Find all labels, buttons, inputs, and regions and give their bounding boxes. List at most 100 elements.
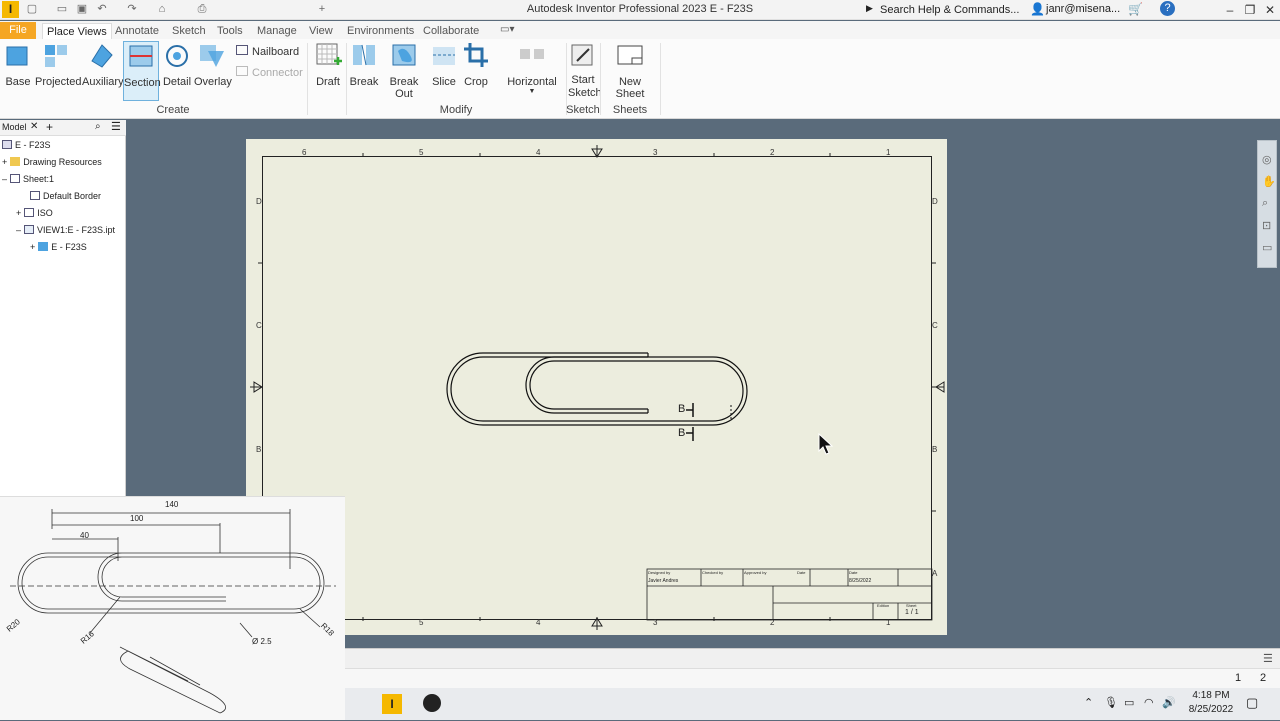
zoom-all-icon[interactable]: ⊡ bbox=[1262, 219, 1271, 232]
undo-icon[interactable]: ↶ bbox=[96, 3, 108, 15]
new-sheet-button[interactable]: New Sheet bbox=[604, 41, 656, 100]
new-file-icon[interactable]: ▢ bbox=[26, 3, 38, 15]
expand-icon[interactable]: + bbox=[2, 157, 7, 167]
collapse-icon[interactable]: – bbox=[2, 174, 7, 184]
tree-item-sheet[interactable]: – Sheet:1 bbox=[2, 174, 54, 184]
break-button[interactable]: Break bbox=[349, 41, 379, 88]
collapse-icon[interactable]: – bbox=[16, 225, 21, 235]
user-name[interactable]: janr@misena... bbox=[1046, 3, 1120, 15]
title-field: Date bbox=[849, 570, 858, 575]
search-input[interactable]: Search Help & Commands... bbox=[872, 2, 1022, 18]
cursor-icon bbox=[818, 433, 834, 455]
panel-toggle-icon[interactable]: ▭▾ bbox=[500, 24, 514, 35]
open-icon[interactable]: ▭ bbox=[56, 3, 68, 15]
add-tab-icon[interactable]: + bbox=[46, 120, 53, 134]
tree-item-drawing-resources[interactable]: + Drawing Resources bbox=[2, 157, 102, 167]
projected-view-icon bbox=[45, 45, 67, 67]
minimize-icon[interactable]: – bbox=[1220, 2, 1240, 18]
home-icon[interactable]: ⌂ bbox=[156, 3, 168, 15]
page-number[interactable]: 1 bbox=[1235, 672, 1241, 684]
break-out-button[interactable]: Break Out bbox=[381, 41, 427, 100]
section-label-b[interactable]: B bbox=[678, 427, 685, 439]
print-icon[interactable]: ⎙ bbox=[196, 3, 208, 15]
tab-sketch[interactable]: Sketch bbox=[168, 23, 210, 39]
crop-button[interactable]: Crop bbox=[462, 41, 490, 88]
save-icon[interactable]: ▣ bbox=[76, 3, 88, 15]
section-view-button[interactable]: Section bbox=[123, 41, 161, 101]
title-block-icon bbox=[24, 208, 35, 217]
page-number[interactable]: 2 bbox=[1260, 672, 1266, 684]
start-sketch-button[interactable]: Start Sketch bbox=[568, 41, 602, 100]
tree-item-label: ISO bbox=[37, 208, 53, 218]
pan-icon[interactable]: ✋ bbox=[1262, 175, 1276, 188]
tab-place-views[interactable]: Place Views bbox=[42, 23, 112, 39]
folder-icon bbox=[10, 157, 21, 166]
chevron-down-icon: ▼ bbox=[528, 88, 536, 95]
user-icon[interactable]: 👤 bbox=[1030, 2, 1045, 16]
help-icon[interactable]: ? bbox=[1160, 1, 1175, 16]
volume-icon[interactable]: 🔊 bbox=[1162, 696, 1176, 709]
paperclip-drawing bbox=[250, 145, 945, 630]
horizontal-button[interactable]: Horizontal ▼ bbox=[506, 41, 558, 95]
steering-wheel-icon[interactable]: ◎ bbox=[1262, 153, 1272, 166]
tab-collaborate[interactable]: Collaborate bbox=[419, 23, 483, 39]
plus-icon[interactable]: + bbox=[316, 3, 328, 15]
tree-item-default-border[interactable]: Default Border bbox=[30, 191, 101, 201]
expand-icon[interactable]: + bbox=[30, 242, 35, 252]
menu-icon[interactable]: ☰ bbox=[111, 120, 121, 133]
redo-icon[interactable]: ↷ bbox=[126, 3, 138, 15]
base-view-button[interactable]: Base bbox=[4, 41, 32, 88]
title-field: Date bbox=[797, 570, 806, 575]
overlay-view-button[interactable]: Overlay bbox=[194, 41, 232, 88]
close-icon[interactable]: ✕ bbox=[1260, 2, 1280, 18]
microphone-icon[interactable]: 🎙 bbox=[1104, 696, 1118, 709]
tab-file[interactable]: File bbox=[0, 22, 36, 39]
tab-environments[interactable]: Environments bbox=[343, 23, 418, 39]
title-bar: I ▢ ▭ ▣ ↶ ↷ ⌂ ⎙ + Autodesk Inventor Prof… bbox=[0, 0, 1280, 20]
cart-icon[interactable]: 🛒 bbox=[1128, 2, 1143, 16]
projected-view-button[interactable]: Projected bbox=[35, 41, 81, 88]
tab-model[interactable]: Model bbox=[2, 122, 27, 132]
inventor-taskbar-icon[interactable]: I bbox=[382, 694, 402, 714]
tree-item-part[interactable]: + E - F23S bbox=[30, 242, 87, 252]
tab-view[interactable]: View bbox=[305, 23, 337, 39]
ribbon-panel: Base Projected Auxiliary Section Detail … bbox=[0, 39, 1280, 119]
connector-label: Connector bbox=[252, 67, 303, 79]
search-icon[interactable]: ⌕ bbox=[95, 121, 101, 132]
tab-tools[interactable]: Tools bbox=[213, 23, 247, 39]
title-field: 1 / 1 bbox=[905, 609, 919, 616]
detail-view-button[interactable]: Detail bbox=[162, 41, 192, 88]
battery-icon[interactable]: ▭ bbox=[1124, 696, 1134, 709]
detail-view-icon bbox=[166, 45, 188, 67]
menu-icon[interactable]: ☰ bbox=[1263, 652, 1273, 665]
tree-item-label: E - F23S bbox=[51, 242, 87, 252]
chevron-up-icon[interactable]: ⌃ bbox=[1084, 696, 1093, 709]
app-taskbar-icon[interactable] bbox=[423, 694, 441, 712]
nailboard-button[interactable]: Nailboard bbox=[236, 45, 299, 58]
slice-button[interactable]: Slice bbox=[430, 41, 458, 88]
look-at-icon[interactable]: ▭ bbox=[1262, 241, 1272, 254]
tab-manage[interactable]: Manage bbox=[253, 23, 301, 39]
wifi-icon[interactable]: ◠ bbox=[1144, 696, 1154, 709]
tree-item-document[interactable]: E - F23S bbox=[2, 140, 51, 150]
draft-view-button[interactable]: Draft bbox=[312, 41, 344, 88]
tree-item-view1[interactable]: – VIEW1:E - F23S.ipt bbox=[16, 225, 115, 235]
nailboard-icon bbox=[236, 45, 248, 55]
close-icon[interactable]: ✕ bbox=[30, 121, 38, 132]
break-label: Break bbox=[349, 76, 379, 88]
tab-annotate[interactable]: Annotate bbox=[111, 23, 163, 39]
view-icon bbox=[24, 225, 35, 234]
tree-item-label: Sheet:1 bbox=[23, 174, 55, 184]
dimension-label: 100 bbox=[130, 514, 144, 523]
notification-icon[interactable]: ▢ bbox=[1246, 695, 1258, 711]
expand-icon[interactable]: + bbox=[16, 208, 21, 218]
maximize-icon[interactable]: ❐ bbox=[1240, 2, 1260, 18]
tree-item-iso[interactable]: + ISO bbox=[16, 208, 53, 218]
clock-time[interactable]: 4:18 PM bbox=[1186, 690, 1236, 701]
inventor-logo-icon[interactable]: I bbox=[2, 1, 19, 18]
section-label-b[interactable]: B bbox=[678, 403, 685, 415]
zoom-icon[interactable]: ⌕ bbox=[1262, 197, 1268, 210]
paperclip-outline bbox=[446, 352, 748, 426]
clock-date[interactable]: 8/25/2022 bbox=[1180, 704, 1242, 715]
auxiliary-view-button[interactable]: Auxiliary bbox=[82, 41, 124, 88]
